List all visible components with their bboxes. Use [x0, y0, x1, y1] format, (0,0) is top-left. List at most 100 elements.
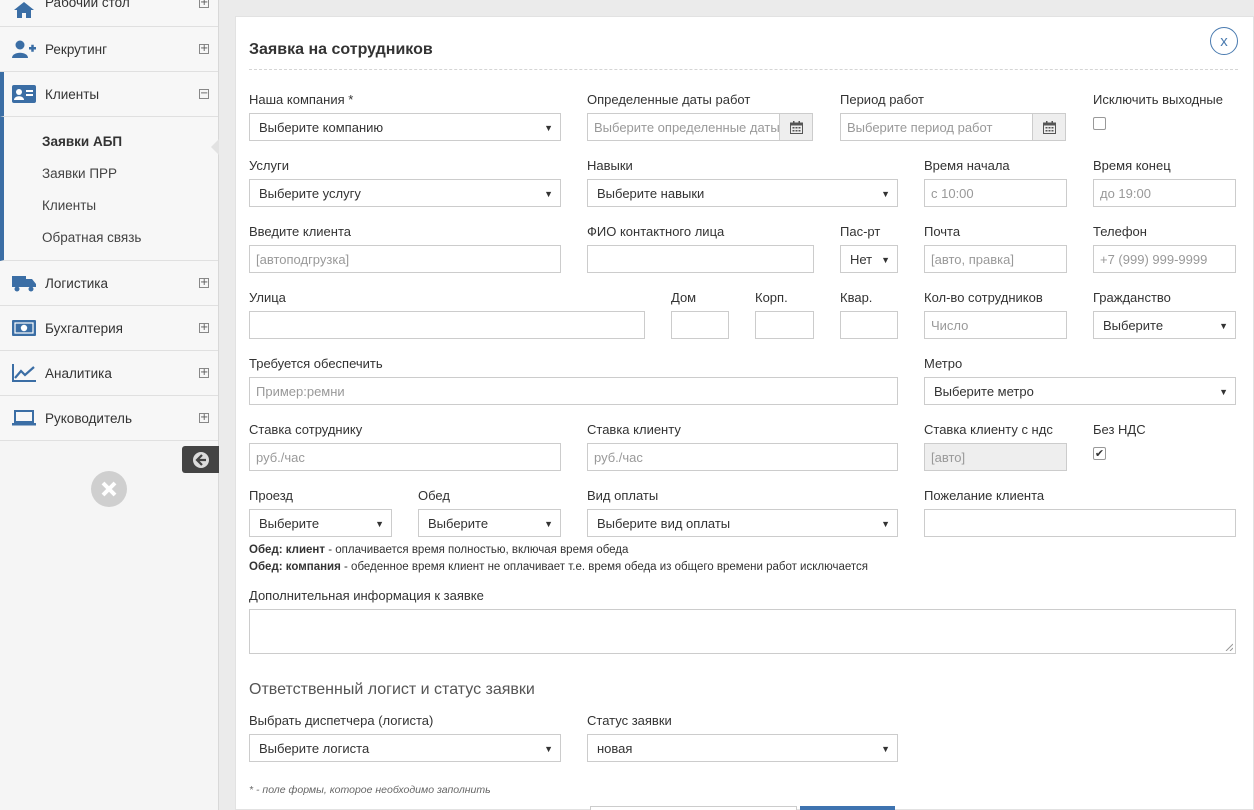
resize-handle-icon[interactable] — [1225, 643, 1233, 651]
sidebar-item-label: Руководитель — [45, 410, 132, 426]
caret-down-icon: ▼ — [881, 255, 890, 265]
company-select[interactable]: Выберите компанию ▼ — [249, 113, 561, 141]
time-start-placeholder: с 10:00 — [931, 185, 974, 201]
collapse-icon[interactable]: − — [199, 89, 209, 99]
email-placeholder: [авто, правка] — [931, 251, 1014, 267]
caret-down-icon: ▼ — [1219, 321, 1228, 331]
submenu-item-abp-requests[interactable]: Заявки АБП — [4, 126, 218, 158]
period-input[interactable]: Выберите период работ — [840, 113, 1033, 141]
payment-type-select-value: Выберите вид оплаты — [597, 515, 731, 531]
building-input[interactable] — [755, 311, 814, 339]
secondary-button[interactable] — [590, 806, 797, 810]
collapse-sidebar-button[interactable] — [182, 446, 219, 473]
dispatcher-select[interactable]: Выберите логиста ▼ — [249, 734, 561, 762]
passport-select[interactable]: Нет ▼ — [840, 245, 898, 273]
no-vat-label: Без НДС — [1093, 422, 1146, 437]
period-label: Период работ — [840, 92, 925, 107]
sidebar-item-label: Рабочий стол — [45, 0, 130, 10]
apartment-input[interactable] — [840, 311, 898, 339]
payment-type-select[interactable]: Выберите вид оплаты ▼ — [587, 509, 898, 537]
caret-down-icon: ▼ — [1219, 387, 1228, 397]
time-end-label: Время конец — [1093, 158, 1171, 173]
client-input[interactable]: [автоподгрузка] — [249, 245, 561, 273]
employee-count-placeholder: Число — [931, 317, 969, 333]
lunch-select[interactable]: Выберите ▼ — [418, 509, 561, 537]
travel-select-value: Выберите — [259, 515, 320, 531]
time-end-placeholder: до 19:00 — [1100, 185, 1151, 201]
additional-info-textarea[interactable] — [249, 609, 1236, 654]
submenu-item-feedback[interactable]: Обратная связь — [4, 222, 218, 254]
sidebar-item-clients[interactable]: Клиенты − — [0, 72, 218, 117]
time-start-label: Время начала — [924, 158, 1010, 173]
line-chart-icon — [12, 363, 36, 383]
client-placeholder: [автоподгрузка] — [256, 251, 350, 267]
skills-select-value: Выберите навыки — [597, 185, 705, 201]
caret-down-icon: ▼ — [881, 189, 890, 199]
expand-icon[interactable]: + — [199, 323, 209, 333]
citizenship-select[interactable]: Выберите ▼ — [1093, 311, 1236, 339]
provide-placeholder: Пример:ремни — [256, 383, 345, 399]
sidebar-item-manager[interactable]: Руководитель + — [0, 396, 218, 441]
service-select[interactable]: Выберите услугу ▼ — [249, 179, 561, 207]
status-select[interactable]: новая ▼ — [587, 734, 898, 762]
submenu-item-clients[interactable]: Клиенты — [4, 190, 218, 222]
exclude-weekends-checkbox[interactable] — [1093, 117, 1106, 130]
additional-info-label: Дополнительная информация к заявке — [249, 588, 484, 603]
sidebar-item-label: Логистика — [45, 275, 109, 291]
close-form-button[interactable]: x — [1210, 27, 1238, 55]
provide-label: Требуется обеспечить — [249, 356, 383, 371]
building-label: Корп. — [755, 290, 788, 305]
expand-icon[interactable]: + — [199, 278, 209, 288]
provide-input[interactable]: Пример:ремни — [249, 377, 898, 405]
metro-select[interactable]: Выберите метро ▼ — [924, 377, 1236, 405]
client-wish-input[interactable] — [924, 509, 1236, 537]
dates-calendar-button[interactable] — [779, 113, 813, 141]
time-start-input[interactable]: с 10:00 — [924, 179, 1067, 207]
note-bold: Обед: компания — [249, 561, 341, 573]
sidebar-item-logistics[interactable]: Логистика + — [0, 261, 218, 306]
lunch-select-value: Выберите — [428, 515, 489, 531]
email-input[interactable]: [авто, правка] — [924, 245, 1067, 273]
expand-icon[interactable]: + — [199, 44, 209, 54]
apartment-label: Квар. — [840, 290, 873, 305]
home-icon — [12, 0, 36, 20]
exclude-weekends-label: Исключить выходные — [1093, 92, 1223, 107]
contact-card-icon — [12, 84, 36, 104]
period-placeholder: Выберите период работ — [847, 119, 993, 135]
contact-name-input[interactable] — [587, 245, 814, 273]
company-label: Наша компания * — [249, 92, 354, 107]
sidebar-item-analytics[interactable]: Аналитика + — [0, 351, 218, 396]
street-input[interactable] — [249, 311, 645, 339]
client-rate-placeholder: руб./час — [594, 449, 643, 465]
arrow-left-circle-icon — [192, 451, 209, 468]
employee-count-input[interactable]: Число — [924, 311, 1067, 339]
skills-select[interactable]: Выберите навыки ▼ — [587, 179, 898, 207]
lunch-company-note: Обед: компания - обеденное время клиент … — [249, 561, 868, 573]
close-sidebar-button[interactable] — [91, 471, 127, 507]
page-title: Заявка на сотрудников — [249, 41, 433, 58]
client-rate-vat-label: Ставка клиенту с ндс — [924, 422, 1053, 437]
status-select-value: новая — [597, 740, 633, 756]
sidebar-item-accounting[interactable]: Бухгалтерия + — [0, 306, 218, 351]
employee-rate-input[interactable]: руб./час — [249, 443, 561, 471]
company-select-value: Выберите компанию — [259, 119, 384, 135]
house-input[interactable] — [671, 311, 729, 339]
metro-select-value: Выберите метро — [934, 383, 1034, 399]
travel-select[interactable]: Выберите ▼ — [249, 509, 392, 537]
time-end-input[interactable]: до 19:00 — [1093, 179, 1236, 207]
no-vat-checkbox[interactable]: ✔ — [1093, 447, 1106, 460]
submit-button[interactable] — [800, 806, 895, 810]
sidebar-item-recruiting[interactable]: Рекрутинг + — [0, 27, 218, 72]
submenu-item-prr-requests[interactable]: Заявки ПРР — [4, 158, 218, 190]
client-rate-input[interactable]: руб./час — [587, 443, 898, 471]
employee-rate-placeholder: руб./час — [256, 449, 305, 465]
lunch-client-note: Обед: клиент - оплачивается время полнос… — [249, 544, 628, 556]
expand-icon[interactable]: + — [199, 0, 209, 8]
expand-icon[interactable]: + — [199, 368, 209, 378]
client-wish-label: Пожелание клиента — [924, 488, 1045, 503]
dates-input[interactable]: Выберите определенные даты — [587, 113, 780, 141]
period-calendar-button[interactable] — [1032, 113, 1066, 141]
phone-input[interactable]: +7 (999) 999-9999 — [1093, 245, 1236, 273]
sidebar-item-desktop[interactable]: Рабочий стол + — [0, 0, 218, 27]
expand-icon[interactable]: + — [199, 413, 209, 423]
